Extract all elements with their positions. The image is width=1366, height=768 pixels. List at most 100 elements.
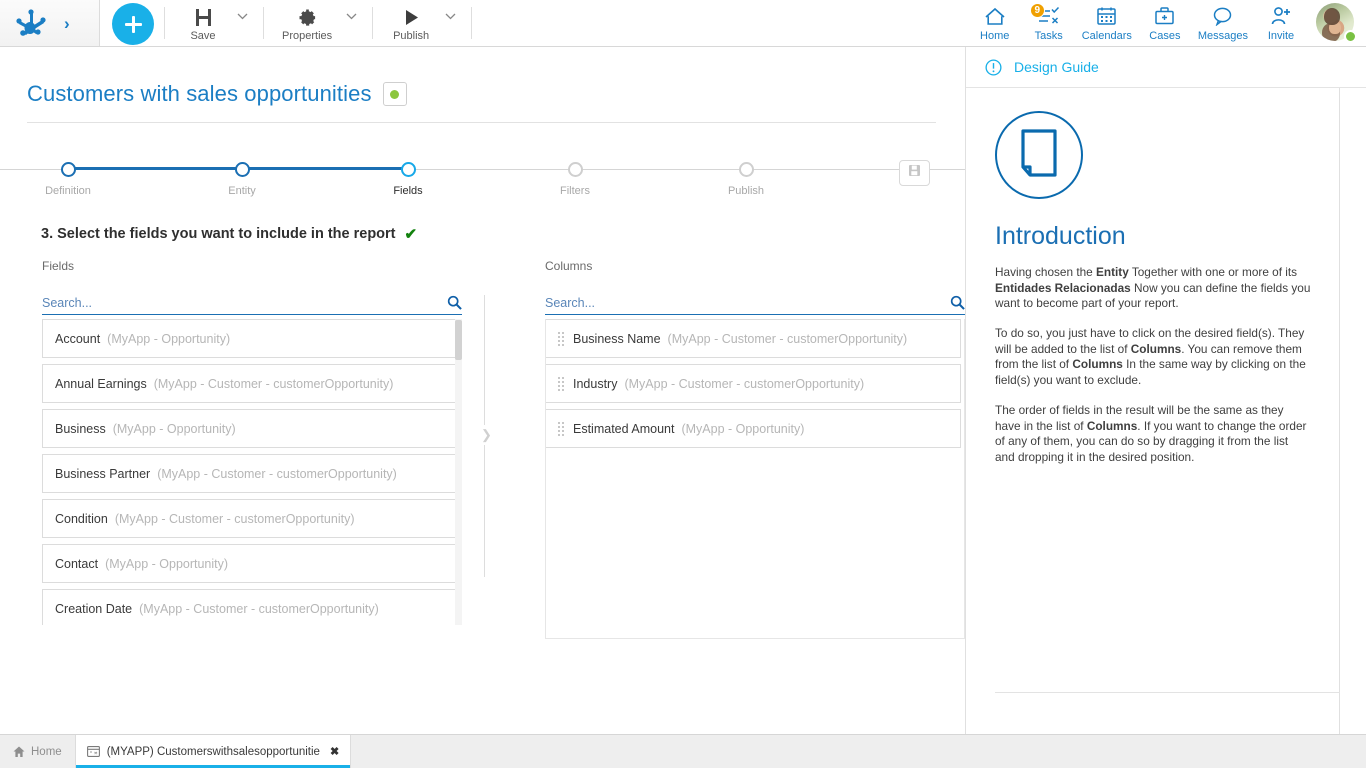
taskbar-home-label: Home [31,746,62,758]
title-divider [27,122,936,123]
toolbar-divider [263,7,264,39]
guide-paragraph: The order of fields in the result will b… [995,403,1311,466]
tasks-badge: 9 [1030,3,1045,18]
document-page-icon [1019,129,1059,182]
design-guide-body: Introduction Having chosen the Entity To… [966,88,1340,734]
wizard-stepper: Definition Entity Fields Filters Publish [0,152,965,210]
step-heading: 3. Select the fields you want to include… [41,225,965,243]
list-item[interactable]: Business Partner (MyApp - Customer - cus… [42,454,458,493]
step-dot-icon [61,162,76,177]
guide-paragraph: Having chosen the Entity Together with o… [995,265,1311,312]
toolbar-right-actions: Home 9 Tasks [968,0,1366,46]
home-icon [984,5,1006,27]
save-button[interactable]: Save [175,0,231,46]
drag-handle-icon[interactable] [558,332,564,346]
toolbar-divider [164,7,165,39]
drag-handle-icon[interactable] [558,377,564,391]
fields-panel-label: Fields [42,259,503,273]
avatar[interactable] [1316,3,1356,43]
list-item[interactable]: Condition (MyApp - Customer - customerOp… [42,499,458,538]
step-dot-icon [739,162,754,177]
guide-heading: Introduction [995,222,1311,251]
page-title-row: Customers with sales opportunities [27,81,965,107]
columns-panel-label: Columns [545,259,965,273]
columns-search-input[interactable] [545,296,902,310]
list-item[interactable]: Business (MyApp - Opportunity) [42,409,458,448]
nav-invite[interactable]: Invite [1254,0,1308,46]
panel-chevron-right-icon: ❯ [481,425,492,445]
fields-list[interactable]: Account (MyApp - Opportunity) Annual Ear… [42,319,462,625]
bottom-taskbar: Home (MYAPP) Customerswithsalesopportuni… [0,734,1366,768]
guide-bottom-divider [995,692,1340,693]
invite-user-icon [1270,5,1292,27]
taskbar-tab[interactable]: (MYAPP) Customerswithsalesopportunitie ✖ [76,735,351,768]
drag-handle-icon[interactable] [558,422,564,436]
properties-button[interactable]: Properties [274,0,340,46]
guide-illustration [995,111,1083,199]
save-icon [908,164,921,182]
taskbar-home-button[interactable]: Home [0,735,76,768]
nav-messages[interactable]: Messages [1192,0,1254,46]
save-dropdown-chevron-icon[interactable] [231,0,253,46]
search-icon[interactable] [447,295,462,310]
fields-scrollbar[interactable] [455,319,462,625]
info-icon [985,59,1002,76]
play-icon [402,5,421,27]
fields-search-row[interactable] [42,295,462,315]
list-item[interactable]: Creation Date (MyApp - Customer - custom… [42,589,458,625]
field-selection-panels: Fields Account (MyApp - Opportunity) Ann… [0,259,965,639]
toolbar-divider [372,7,373,39]
page-title: Customers with sales opportunities [27,81,372,107]
design-guide-panel: Design Guide Introduction Having chosen … [965,47,1366,734]
window-icon [87,746,100,757]
step-definition[interactable]: Definition [8,152,128,197]
nav-cases[interactable]: Cases [1138,0,1192,46]
status-badge[interactable] [383,82,407,106]
guide-paragraph: To do so, you just have to click on the … [995,326,1311,389]
app-logo[interactable] [14,8,48,38]
main-content: Customers with sales opportunities Defin… [0,47,965,734]
list-item[interactable]: Annual Earnings (MyApp - Customer - cust… [42,364,458,403]
nav-home[interactable]: Home [968,0,1022,46]
nav-calendars[interactable]: Calendars [1076,0,1138,46]
publish-dropdown-chevron-icon[interactable] [439,0,461,46]
top-toolbar: › Save Properties [0,0,1366,47]
fields-scrollbar-thumb[interactable] [455,320,462,360]
step-heading-text: 3. Select the fields you want to include… [41,226,396,242]
nav-tasks[interactable]: 9 Tasks [1022,0,1076,46]
design-guide-title: Design Guide [1014,59,1099,75]
columns-search-row[interactable] [545,295,965,315]
fields-panel: Fields Account (MyApp - Opportunity) Ann… [42,259,503,639]
columns-list[interactable]: Business Name (MyApp - Customer - custom… [545,319,965,639]
status-online-indicator [1344,30,1357,43]
list-item[interactable]: Account (MyApp - Opportunity) [42,319,458,358]
gear-icon [298,5,317,27]
properties-dropdown-chevron-icon[interactable] [340,0,362,46]
step-publish[interactable]: Publish [686,152,806,197]
briefcase-icon [1154,5,1175,27]
list-item[interactable]: Business Name (MyApp - Customer - custom… [545,319,961,358]
list-item[interactable]: Contact (MyApp - Opportunity) [42,544,458,583]
step-entity[interactable]: Entity [182,152,302,197]
add-button[interactable] [112,3,154,45]
logo-zone: › [0,0,100,46]
step-dot-icon [235,162,250,177]
publish-button[interactable]: Publish [383,0,439,46]
list-item[interactable]: Industry (MyApp - Customer - customerOpp… [545,364,961,403]
close-icon[interactable]: ✖ [330,745,339,758]
stepper-save-button[interactable] [899,160,930,186]
list-item[interactable]: Estimated Amount (MyApp - Opportunity) [545,409,961,448]
save-icon [194,5,213,27]
toolbar-divider [471,7,472,39]
step-filters[interactable]: Filters [515,152,635,197]
expand-nav-chevron-icon[interactable]: › [64,15,70,32]
status-dot-icon [390,90,399,99]
design-guide-header[interactable]: Design Guide [966,47,1366,88]
fields-search-input[interactable] [42,296,399,310]
step-fields[interactable]: Fields [348,152,468,197]
application-window: › Save Properties [0,0,1366,768]
home-icon [13,746,25,758]
step-dot-icon [401,162,416,177]
step-dot-icon [568,162,583,177]
search-icon[interactable] [950,295,965,310]
